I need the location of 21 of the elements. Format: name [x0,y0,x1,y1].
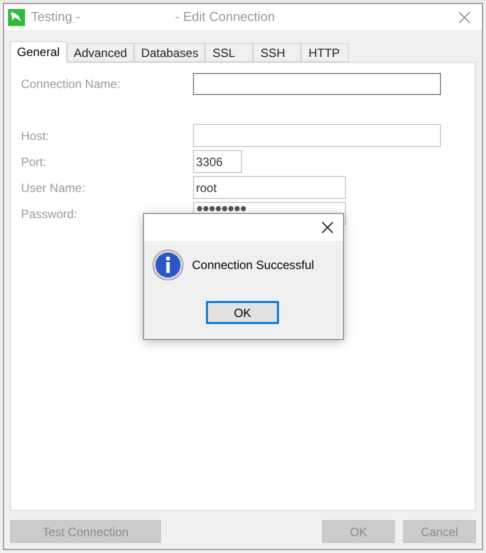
input-field[interactable] [193,73,441,95]
input-field[interactable]: 3306 [193,150,242,173]
close-icon[interactable] [322,222,333,233]
tab[interactable]: General [10,41,67,63]
tab[interactable]: HTTP [301,43,350,62]
input-field[interactable] [193,124,441,147]
field-label: User Name: [21,180,86,196]
field-label: Port: [21,154,48,170]
field-label: Connection Name: [21,76,122,93]
window-title: Testing - [31,8,80,26]
window-title: - Edit Connection [175,8,275,26]
tab[interactable]: Databases [134,43,206,62]
info-icon [152,249,184,281]
ok-button[interactable]: OK [206,301,279,324]
tab[interactable]: SSH [253,43,302,62]
field-label: Host: [21,128,50,144]
tab[interactable]: SSL [205,43,254,62]
input-field[interactable]: root [193,176,346,199]
field-label: Password: [21,206,78,222]
message-text: Connection Successful [192,257,314,274]
tab[interactable]: Advanced [66,43,134,62]
